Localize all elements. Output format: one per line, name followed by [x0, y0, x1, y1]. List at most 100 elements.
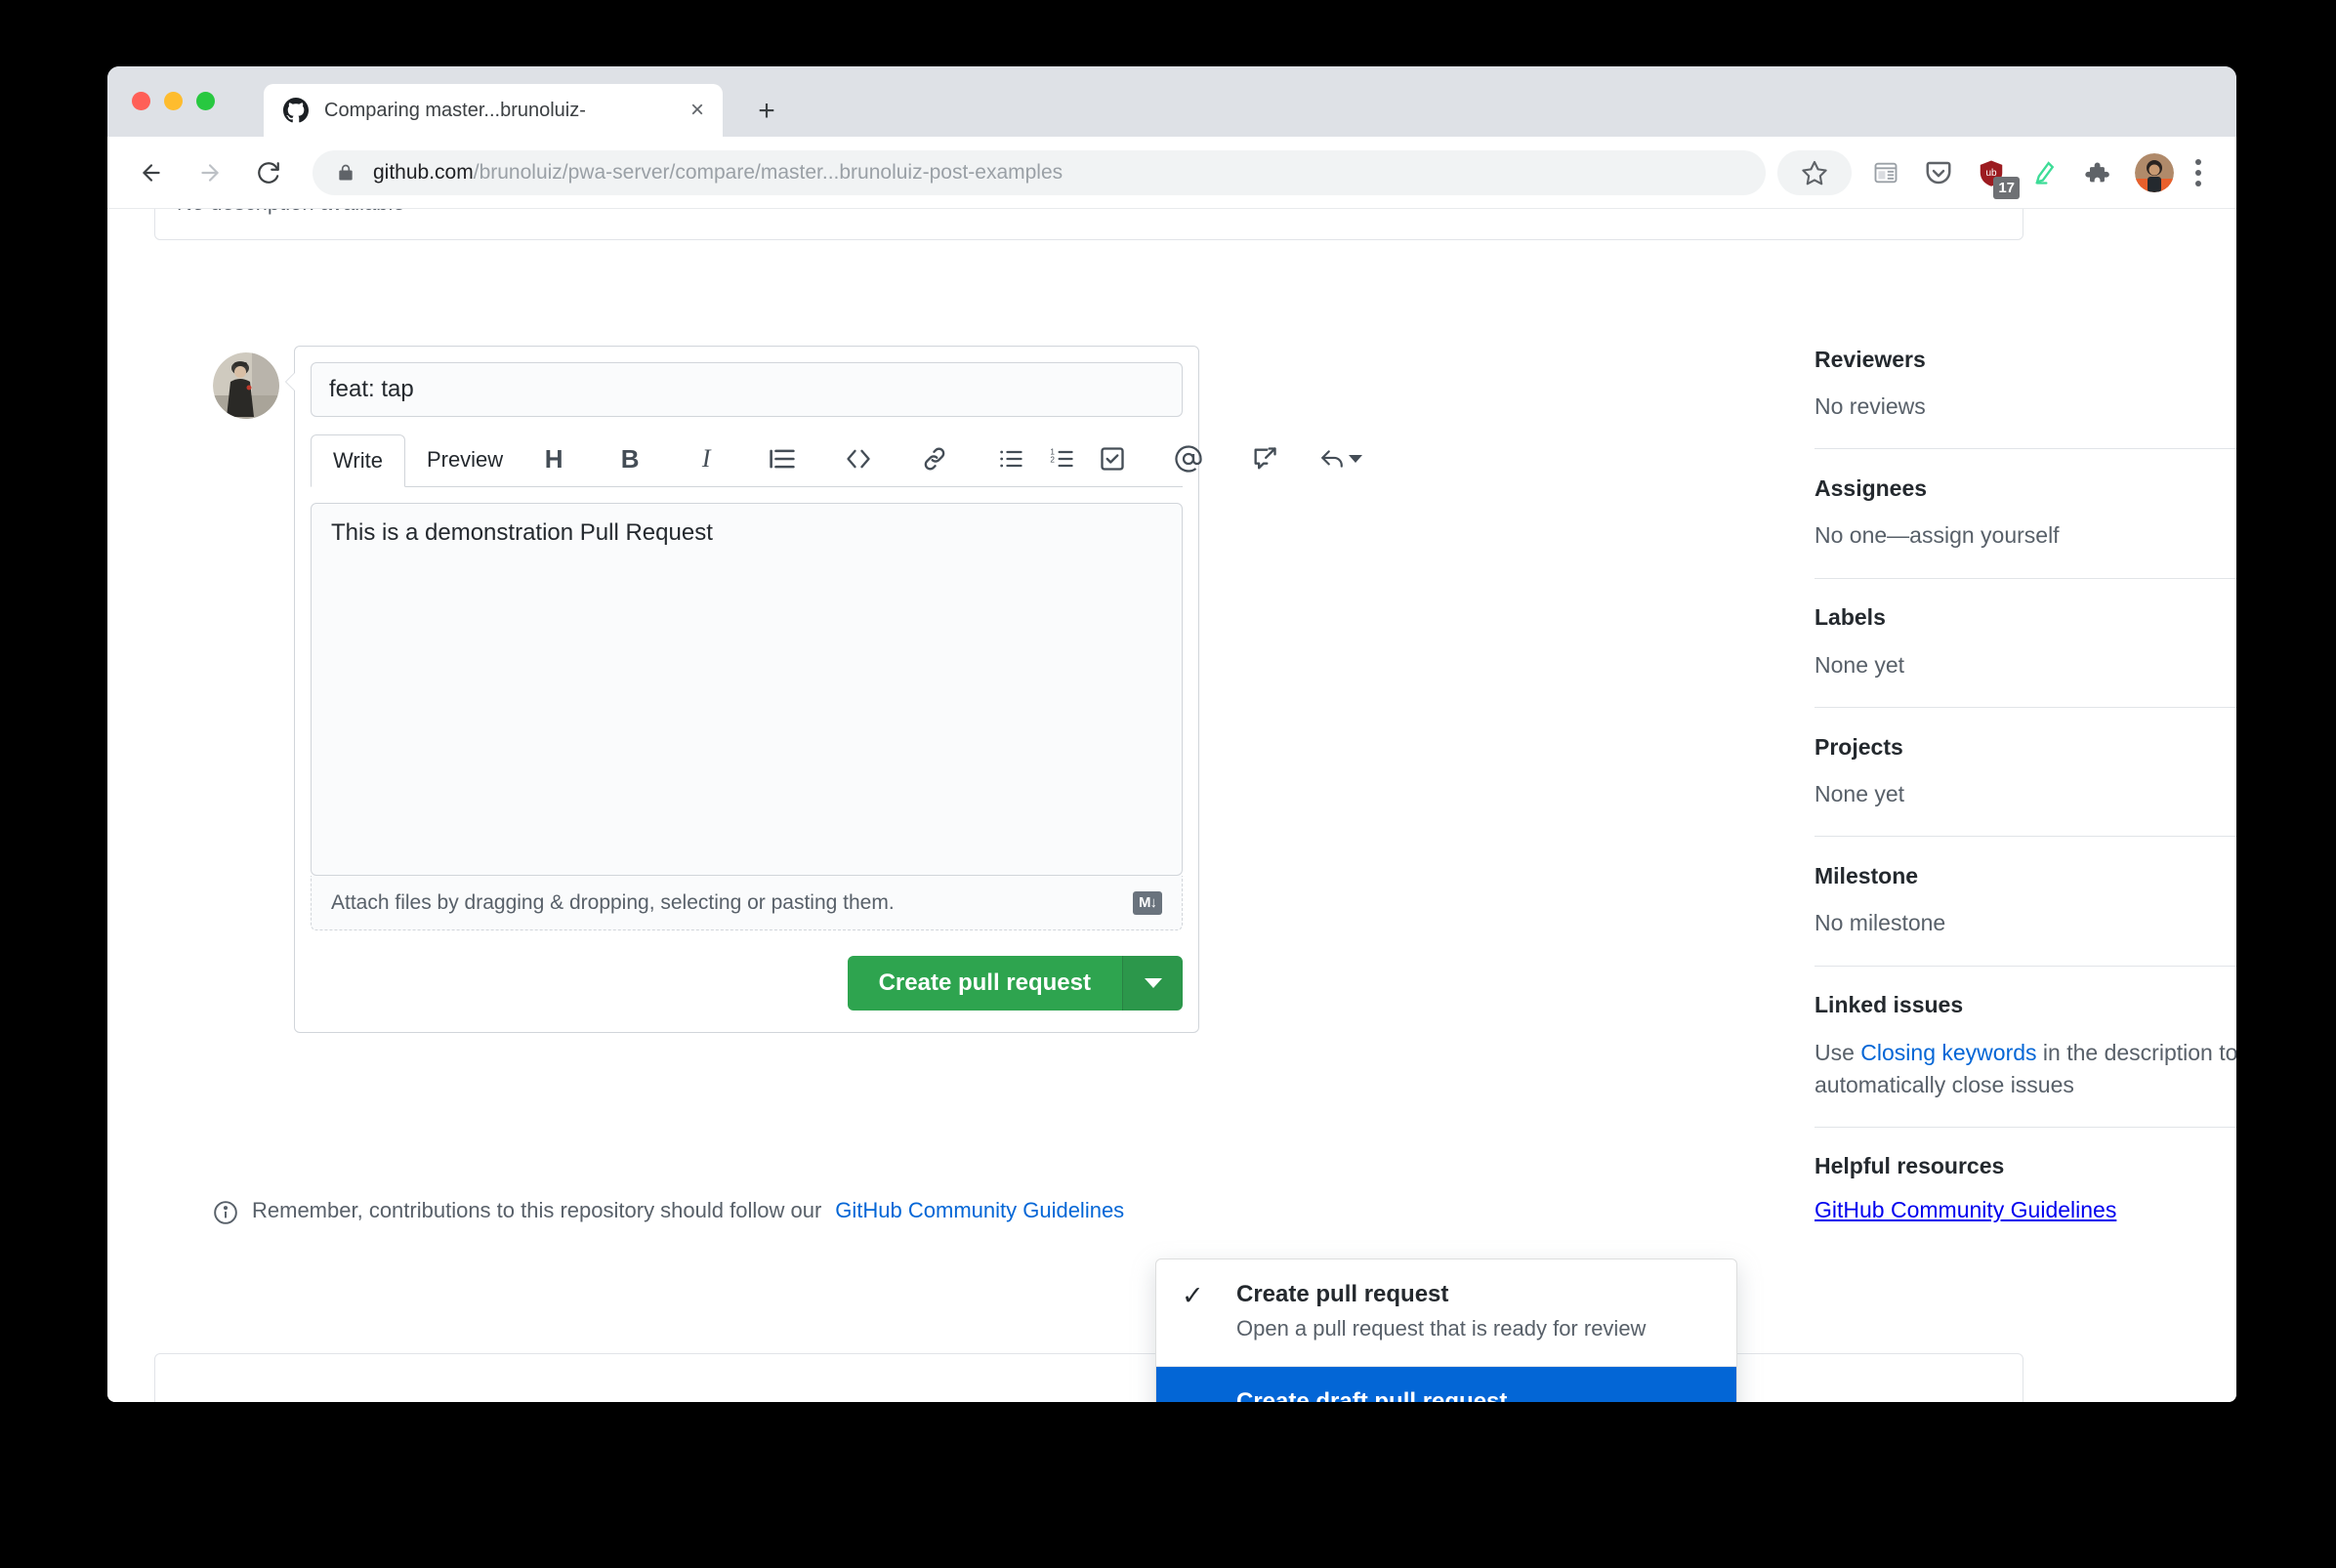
bulleted-list-icon[interactable]: [989, 441, 1032, 476]
menu-item-description: Open a pull request that is ready for re…: [1236, 1316, 1647, 1341]
back-arrow-icon[interactable]: [129, 150, 174, 195]
sidebar-section-header: Helpful resources: [1815, 1153, 2236, 1179]
pr-description-card: No description available: [154, 209, 2023, 240]
ublock-badge-count: 17: [1993, 176, 2020, 199]
reader-view-icon[interactable]: [1859, 148, 1912, 197]
chevron-down-icon[interactable]: [1349, 455, 1363, 463]
reload-icon[interactable]: [246, 150, 291, 195]
address-bar[interactable]: github.com/brunoluiz/pwa-server/compare/…: [313, 149, 1766, 195]
page-content: No description available: [107, 209, 2236, 1402]
markdown-toolbar: H B I 1 2: [524, 441, 1363, 486]
minimize-window-button[interactable]: [164, 92, 183, 110]
speech-bubble-arrow: [285, 372, 296, 392]
helpful-resources-link-wrap: GitHub Community Guidelines: [1815, 1197, 2236, 1223]
sidebar-section-title: Projects: [1815, 733, 1903, 760]
sidebar-section-assignees: Assignees No one—assign yourself: [1815, 448, 2236, 577]
quote-icon[interactable]: [761, 441, 804, 476]
tab-preview[interactable]: Preview: [405, 433, 524, 486]
sidebar-section-header: Assignees: [1815, 475, 2236, 502]
write-preview-tabs: Write Preview H B I 1 2: [311, 431, 1363, 487]
sidebar-section-header: Linked issues: [1815, 992, 2236, 1019]
user-avatar: [213, 352, 279, 419]
sidebar-section-title: Milestone: [1815, 862, 1919, 888]
create-pr-split-button: Create pull request: [847, 956, 1183, 1011]
sidebar-section-body: No reviews: [1815, 393, 1926, 419]
close-tab-button[interactable]: ×: [684, 97, 711, 124]
toolbar-icons: ub 17: [1777, 148, 2215, 199]
new-tab-button[interactable]: +: [752, 97, 781, 127]
sidebar-section-body: No milestone: [1815, 910, 1946, 936]
remember-text: Remember, contributions to this reposito…: [252, 1198, 822, 1222]
sidebar-section-title: Labels: [1815, 604, 1886, 631]
pocket-icon[interactable]: [1912, 148, 1965, 197]
submit-row: Create pull request: [295, 930, 1198, 1032]
numbered-list-icon[interactable]: 12: [1040, 441, 1083, 476]
window-controls: [132, 92, 215, 110]
pr-sidebar: Reviewers No reviews Assignees No one—as…: [1815, 346, 2236, 1249]
chrome-menu-icon[interactable]: [2182, 148, 2215, 197]
sidebar-section-title: Helpful resources: [1815, 1153, 2005, 1179]
github-icon: [283, 98, 309, 123]
create-pr-dropdown-toggle[interactable]: [1122, 956, 1183, 1011]
sidebar-section-body: None yet: [1815, 651, 1905, 678]
forward-arrow-icon: [188, 150, 232, 195]
italic-icon[interactable]: I: [685, 441, 728, 476]
linked-issues-prefix: Use: [1815, 1039, 1861, 1065]
sidebar-section-header: Milestone: [1815, 862, 2236, 889]
next-section-card: [154, 1353, 2023, 1402]
task-list-icon[interactable]: [1091, 441, 1134, 476]
url-path: /brunoluiz/pwa-server/compare/master...b…: [473, 160, 1064, 184]
pr-comment-box: feat: tap Write Preview H B I 1 2 This i…: [285, 346, 1363, 1033]
sidebar-section-linked-issues: Linked issues Use Closing keywords in th…: [1815, 965, 2236, 1128]
browser-tab[interactable]: Comparing master...brunoluiz- ×: [264, 84, 723, 137]
sidebar-section-reviewers: Reviewers No reviews: [1815, 346, 2236, 448]
browser-window: Comparing master...brunoluiz- × + github…: [107, 66, 2236, 1402]
sidebar-section-title: Reviewers: [1815, 346, 1926, 372]
sidebar-section-projects: Projects None yet: [1815, 707, 2236, 836]
sidebar-section-title: Assignees: [1815, 475, 1928, 501]
saved-replies-icon[interactable]: [1319, 441, 1363, 476]
mention-icon[interactable]: [1167, 441, 1210, 476]
sidebar-section-body: None yet: [1815, 781, 1905, 807]
menu-item-title: Create draft pull request: [1236, 1387, 1508, 1402]
code-icon[interactable]: [837, 441, 880, 476]
community-guidelines-link[interactable]: GitHub Community Guidelines: [835, 1198, 1124, 1223]
ublock-origin-icon[interactable]: ub 17: [1965, 148, 2020, 199]
cross-reference-icon[interactable]: [1243, 441, 1286, 476]
markdown-icon[interactable]: M↓: [1133, 890, 1162, 915]
bold-icon[interactable]: B: [608, 441, 651, 476]
browser-tabstrip: Comparing master...brunoluiz- × +: [107, 66, 2236, 137]
extensions-puzzle-icon[interactable]: [2070, 148, 2123, 197]
svg-text:2: 2: [1051, 456, 1056, 465]
tab-write[interactable]: Write: [311, 434, 405, 487]
heading-icon[interactable]: H: [532, 441, 575, 476]
sidebar-section-title: Linked issues: [1815, 992, 1964, 1018]
caret-down-icon: [1144, 978, 1162, 988]
close-window-button[interactable]: [132, 92, 150, 110]
create-pull-request-button[interactable]: Create pull request: [847, 956, 1122, 1011]
highlighter-pen-icon[interactable]: [2018, 148, 2070, 197]
no-description-text: No description available: [177, 209, 405, 216]
url-domain: github.com: [373, 160, 474, 184]
closing-keywords-link[interactable]: Closing keywords: [1860, 1040, 2036, 1065]
github-community-guidelines-link[interactable]: GitHub Community Guidelines: [1815, 1197, 2116, 1222]
link-icon[interactable]: [913, 441, 956, 476]
sidebar-section-header: Labels: [1815, 604, 2236, 632]
profile-avatar[interactable]: [2135, 152, 2174, 192]
menu-item-create-pull-request[interactable]: ✓ Create pull request Open a pull reques…: [1156, 1259, 1736, 1366]
check-icon: ✓: [1182, 1281, 1204, 1310]
contribution-guidelines-note: Remember, contributions to this reposito…: [213, 1198, 1199, 1225]
star-icon[interactable]: [1777, 149, 1852, 195]
pr-title-input[interactable]: feat: tap: [311, 362, 1183, 417]
menu-item-create-draft-pull-request[interactable]: Create draft pull request Cannot be merg…: [1156, 1366, 1736, 1402]
menu-item-title: Create pull request: [1236, 1281, 1449, 1307]
info-icon: [213, 1200, 238, 1225]
maximize-window-button[interactable]: [196, 92, 215, 110]
sidebar-section-header: Reviewers: [1815, 346, 2236, 373]
lock-icon: [336, 163, 355, 183]
attach-files-bar[interactable]: Attach files by dragging & dropping, sel…: [311, 876, 1183, 930]
create-pr-dropdown-menu: ✓ Create pull request Open a pull reques…: [1155, 1259, 1737, 1402]
sidebar-section-milestone: Milestone No milestone: [1815, 836, 2236, 965]
sidebar-section-labels: Labels None yet: [1815, 577, 2236, 707]
pr-body-textarea[interactable]: This is a demonstration Pull Request: [311, 503, 1183, 876]
